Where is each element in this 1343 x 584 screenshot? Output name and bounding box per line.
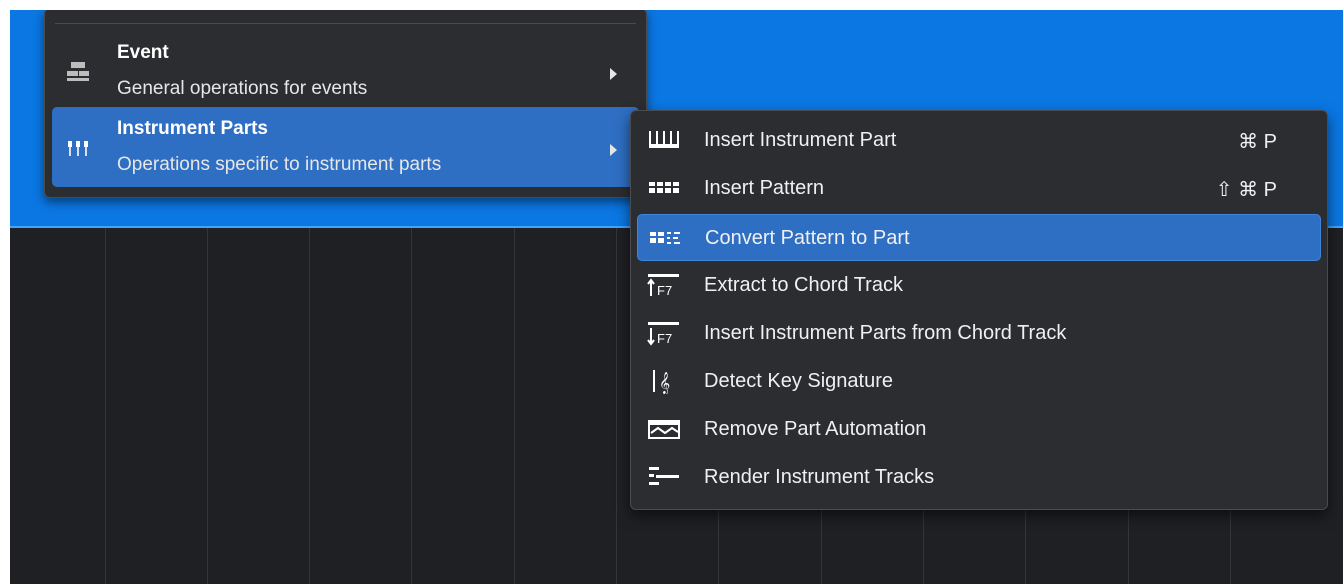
insert-from-chord-icon: F7 [647,322,679,346]
menu-item-label: Insert Pattern [704,177,825,199]
menu-item-label: Render Instrument Tracks [704,466,935,488]
submenu-arrow-icon [610,68,617,80]
submenu-arrow-icon [610,144,617,156]
render-tracks-icon [649,467,679,485]
grid-line [411,228,412,584]
category-title: Event [117,42,169,63]
automation-icon [648,420,680,439]
menu-item-render-instrument-tracks[interactable]: Render Instrument Tracks [637,454,1321,501]
event-icon [67,62,89,81]
category-title: Instrument Parts [117,118,268,139]
svg-text:F7: F7 [657,283,672,298]
grid-line [309,228,310,584]
menu-item-detect-key-signature[interactable]: 𝄞 Detect Key Signature [637,358,1321,405]
keyboard-icon [649,131,679,148]
menu-item-convert-pattern-to-part[interactable]: Convert Pattern to Part [637,214,1321,261]
menu-item-label: Convert Pattern to Part [705,227,910,249]
convert-pattern-icon [650,232,680,244]
menu-item-insert-pattern[interactable]: Insert Pattern ⇧ ⌘ P [637,165,1321,212]
piano-keys-icon [68,141,88,156]
menu-item-label: Insert Instrument Parts from Chord Track [704,322,1067,344]
extract-chord-icon: F7 [647,274,679,298]
menu-item-insert-instrument-part[interactable]: Insert Instrument Part ⌘ P [637,117,1321,164]
menu-item-label: Remove Part Automation [704,418,927,440]
svg-text:F7: F7 [657,331,672,346]
menu-item-extract-to-chord-track[interactable]: F7 Extract to Chord Track [637,262,1321,309]
menu-separator [55,23,636,24]
menu-item-label: Extract to Chord Track [704,274,903,296]
menu-item-shortcut: ⌘ P [1238,131,1277,153]
svg-text:𝄞: 𝄞 [659,372,670,394]
treble-clef-icon: 𝄞 [653,370,670,394]
context-menu: Event General operations for events Inst… [44,10,647,198]
menu-category-instrument-parts[interactable]: Instrument Parts Operations specific to … [52,107,639,187]
grid-line [616,228,617,584]
grid-line [207,228,208,584]
menu-item-insert-parts-from-chord-track[interactable]: F7 Insert Instrument Parts from Chord Tr… [637,310,1321,357]
category-subtitle: General operations for events [117,78,368,99]
arrangement-window: Event General operations for events Inst… [10,10,1343,584]
menu-item-remove-part-automation[interactable]: Remove Part Automation [637,406,1321,453]
grid-line [105,228,106,584]
grid-line [514,228,515,584]
instrument-parts-submenu: Insert Instrument Part ⌘ P Insert Patter… [630,110,1328,510]
menu-item-shortcut: ⇧ ⌘ P [1215,179,1277,201]
menu-category-event[interactable]: Event General operations for events [52,31,639,104]
category-subtitle: Operations specific to instrument parts [117,154,442,175]
pattern-icon [649,182,679,193]
menu-item-label: Insert Instrument Part [704,129,897,151]
menu-item-label: Detect Key Signature [704,370,893,392]
